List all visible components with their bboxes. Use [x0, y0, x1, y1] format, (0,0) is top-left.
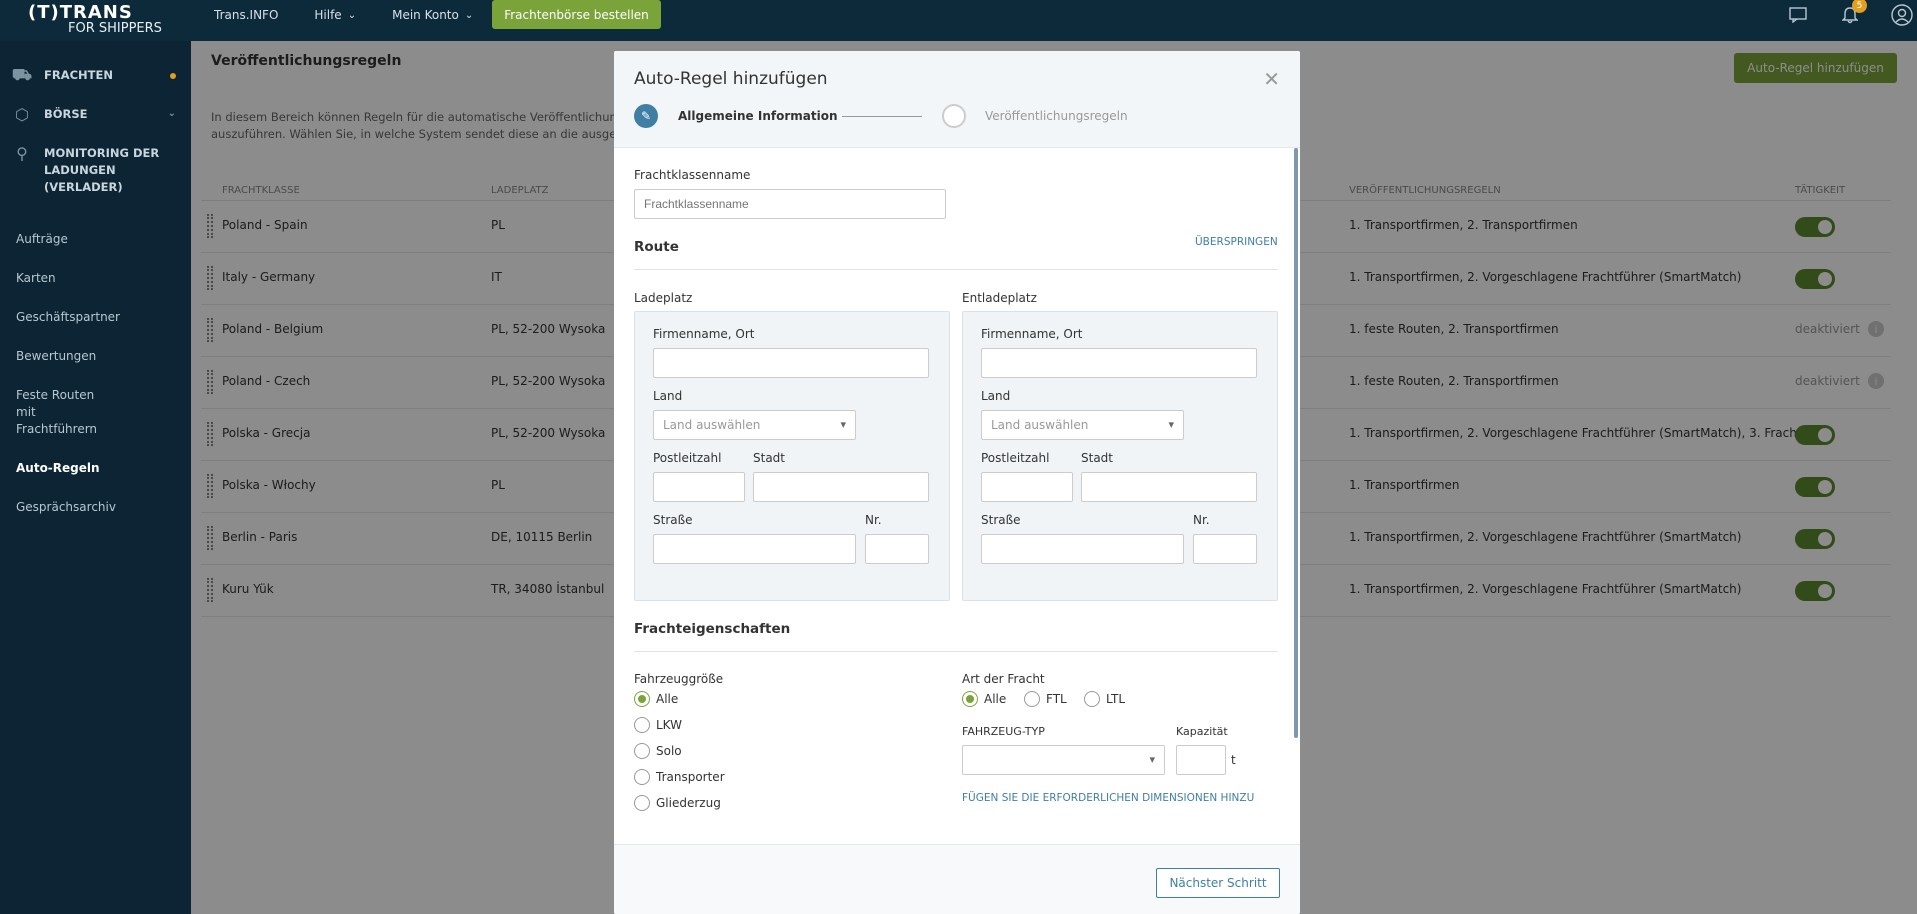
pencil-icon: ✎: [634, 104, 658, 128]
step-general-info: Allgemeine Information: [678, 109, 838, 123]
radio-checked-icon: [962, 691, 978, 707]
sidebar-item-karten[interactable]: Karten: [0, 270, 190, 287]
vehicle-type-label: FAHRZEUG-TYP: [962, 725, 1045, 738]
logo[interactable]: (T)TRANS FOR SHIPPERS: [28, 4, 178, 38]
unloading-zip-input[interactable]: [981, 472, 1073, 502]
chevron-down-icon: ⌄: [347, 9, 357, 21]
radio-vehicle-size-solo[interactable]: Solo: [634, 743, 682, 759]
divider: [634, 651, 1278, 652]
chevron-down-icon: ⌄: [167, 108, 176, 119]
add-dimensions-link[interactable]: FÜGEN SIE DIE ERFORDERLICHEN DIMENSIONEN…: [962, 792, 1254, 804]
unloading-place-box: Firmenname, Ort Land Land auswählen Post…: [962, 311, 1278, 601]
modal-footer: Nächster Schritt: [614, 844, 1300, 914]
step-publication-rules: Veröffentlichungsregeln: [985, 109, 1128, 123]
loading-place-box: Firmenname, Ort Land Land auswählen Post…: [634, 311, 950, 601]
loading-zip-input[interactable]: [653, 472, 745, 502]
capacity-input[interactable]: [1176, 745, 1226, 775]
radio-freight-kind-alle[interactable]: Alle: [962, 691, 1006, 707]
vehicle-size-label: Fahrzeuggröße: [634, 672, 724, 686]
satellite-icon: ⚲: [16, 143, 28, 163]
radio-vehicle-size-transporter[interactable]: Transporter: [634, 769, 725, 785]
capacity-label: Kapazität: [1176, 725, 1228, 738]
modal-title: Auto-Regel hinzufügen: [634, 69, 828, 89]
notification-badge: 5: [1852, 0, 1867, 13]
capacity-unit: t: [1231, 753, 1236, 767]
radio-unchecked-icon: [634, 717, 650, 733]
skip-link[interactable]: ÜBERSPRINGEN: [1195, 236, 1278, 248]
next-step-button[interactable]: Nächster Schritt: [1156, 868, 1280, 898]
radio-unchecked-icon: [634, 795, 650, 811]
auto-rule-modal: Auto-Regel hinzufügen ✕ ✎ Allgemeine Inf…: [614, 51, 1300, 914]
route-title: Route: [634, 239, 679, 255]
radio-freight-kind-ltl[interactable]: LTL: [1084, 691, 1125, 707]
loading-city-input[interactable]: [753, 472, 929, 502]
sidebar-item-feste-routen[interactable]: Feste Routen mit Frachtführern: [0, 387, 120, 438]
modal-scrollbar[interactable]: [1294, 148, 1298, 738]
radio-unchecked-icon: [1084, 691, 1100, 707]
unloading-place-title: Entladeplatz: [962, 291, 1037, 305]
unloading-company-input[interactable]: [981, 348, 1257, 378]
sidebar-item-geschaeftspartner[interactable]: Geschäftspartner: [0, 309, 190, 326]
radio-unchecked-icon: [634, 769, 650, 785]
unloading-street-input[interactable]: [981, 534, 1184, 564]
chevron-down-icon: ⌄: [464, 9, 474, 21]
sidebar-item-frachten[interactable]: ⛟ FRACHTEN: [0, 65, 190, 104]
step-divider: [842, 116, 922, 117]
box-icon: ⬡: [15, 104, 29, 124]
close-icon[interactable]: ✕: [1263, 67, 1280, 91]
step-circle-icon: [942, 104, 966, 128]
sidebar-item-auto-regeln[interactable]: Auto-Regeln: [0, 460, 190, 477]
top-icons: 5: [1761, 0, 1917, 30]
radio-freight-kind-ftl[interactable]: FTL: [1024, 691, 1067, 707]
order-exchange-button[interactable]: Frachtenbörse bestellen: [492, 0, 661, 29]
sidebar-item-boerse[interactable]: ⬡ BÖRSE ⌄: [0, 104, 190, 143]
freight-class-name-input[interactable]: [634, 189, 946, 219]
bell-icon[interactable]: 5: [1835, 0, 1867, 30]
truck-icon: ⛟: [11, 64, 33, 84]
user-avatar-icon[interactable]: [1887, 0, 1917, 30]
loading-country-select[interactable]: Land auswählen: [653, 410, 856, 440]
modal-header: Auto-Regel hinzufügen ✕ ✎ Allgemeine Inf…: [614, 51, 1300, 148]
top-bar: (T)TRANS FOR SHIPPERS Trans.INFO Hilfe ⌄ …: [0, 0, 1917, 41]
sidebar-item-auftraege[interactable]: Aufträge: [0, 231, 190, 248]
loading-number-input[interactable]: [865, 534, 929, 564]
sidebar-item-monitoring[interactable]: ⚲ MONITORING DER LADUNGEN (VERLADER): [0, 143, 190, 223]
chat-icon[interactable]: [1783, 0, 1813, 30]
radio-unchecked-icon: [634, 743, 650, 759]
unloading-city-input[interactable]: [1081, 472, 1257, 502]
status-dot: [170, 73, 176, 79]
loading-place-title: Ladeplatz: [634, 291, 693, 305]
divider: [634, 269, 1278, 270]
freight-properties-title: Frachteigenschaften: [634, 621, 791, 637]
radio-vehicle-size-gliederzug[interactable]: Gliederzug: [634, 795, 721, 811]
radio-checked-icon: [634, 691, 650, 707]
radio-unchecked-icon: [1024, 691, 1040, 707]
radio-vehicle-size-alle[interactable]: Alle: [634, 691, 678, 707]
unloading-number-input[interactable]: [1193, 534, 1257, 564]
sidebar-item-gespraechsarchiv[interactable]: Gesprächsarchiv: [0, 499, 190, 516]
radio-vehicle-size-lkw[interactable]: LKW: [634, 717, 682, 733]
loading-company-input[interactable]: [653, 348, 929, 378]
top-nav: Trans.INFO Hilfe ⌄ Mein Konto ⌄: [214, 0, 509, 30]
sidebar: ⛟ FRACHTEN ⬡ BÖRSE ⌄ ⚲ MONITORING DER LA…: [0, 41, 190, 914]
freight-class-name-label: Frachtklassenname: [634, 168, 751, 182]
nav-mein-konto[interactable]: Mein Konto ⌄: [392, 8, 473, 22]
sidebar-item-bewertungen[interactable]: Bewertungen: [0, 348, 190, 365]
nav-hilfe[interactable]: Hilfe ⌄: [314, 8, 356, 22]
vehicle-type-select[interactable]: [962, 745, 1165, 775]
nav-trans-info[interactable]: Trans.INFO: [214, 8, 278, 22]
unloading-country-select[interactable]: Land auswählen: [981, 410, 1184, 440]
loading-street-input[interactable]: [653, 534, 856, 564]
freight-kind-label: Art der Fracht: [962, 672, 1045, 686]
